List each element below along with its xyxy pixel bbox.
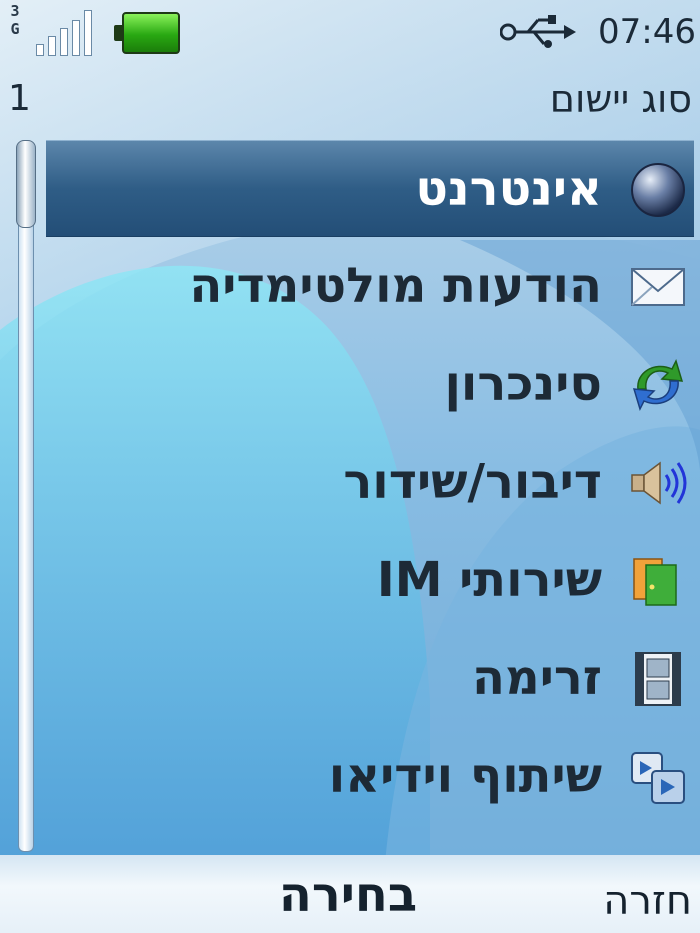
menu-item-push-to-talk[interactable]: דיבור/שידור — [46, 434, 694, 531]
select-softkey[interactable]: בחירה — [248, 865, 448, 925]
menu-item-multimedia-messages[interactable]: הודעות מולטימדיה — [46, 238, 694, 335]
menu-item-label: שירותי IM — [376, 552, 602, 608]
im-icon — [633, 558, 677, 606]
title-bar: 1 סוג יישום — [0, 72, 700, 128]
softkey-bar: בחירה חזרה — [0, 855, 700, 933]
network-type-label: 3G — [6, 2, 24, 38]
menu-item-streaming[interactable]: זרימה — [46, 630, 694, 727]
scrollbar-thumb[interactable] — [16, 140, 36, 228]
menu-item-label: זרימה — [472, 650, 602, 706]
video-share-icon — [631, 752, 685, 804]
menu-item-label: הודעות מולטימדיה — [189, 258, 602, 314]
page-number: 1 — [8, 78, 31, 119]
menu-item-label: סינכרון — [444, 356, 602, 412]
film-icon — [635, 652, 681, 706]
back-softkey[interactable]: חזרה — [603, 873, 692, 929]
scrollbar-track[interactable] — [18, 142, 34, 852]
page-title: סוג יישום — [549, 77, 692, 121]
menu-item-label: דיבור/שידור — [343, 454, 602, 510]
menu-item-label: אינטרנט — [415, 161, 602, 217]
clock: 07:46 — [598, 12, 696, 52]
menu-item-sync[interactable]: סינכרון — [46, 336, 694, 433]
sync-icon — [632, 358, 684, 412]
envelope-icon — [631, 268, 685, 306]
globe-icon — [631, 163, 685, 217]
menu-item-internet[interactable]: אינטרנט — [46, 140, 694, 237]
signal-strength-icon — [36, 8, 106, 56]
menu-item-video-sharing[interactable]: שיתוף וידיאו — [46, 728, 694, 825]
status-bar: 3G 07:46 — [0, 0, 700, 72]
network-type-indicator: 3G — [6, 2, 24, 42]
menu-item-label: שיתוף וידיאו — [328, 748, 602, 804]
usb-icon — [500, 15, 576, 48]
battery-icon — [114, 12, 180, 54]
speaker-icon — [631, 461, 687, 505]
menu-item-im-services[interactable]: שירותי IM — [46, 532, 694, 629]
